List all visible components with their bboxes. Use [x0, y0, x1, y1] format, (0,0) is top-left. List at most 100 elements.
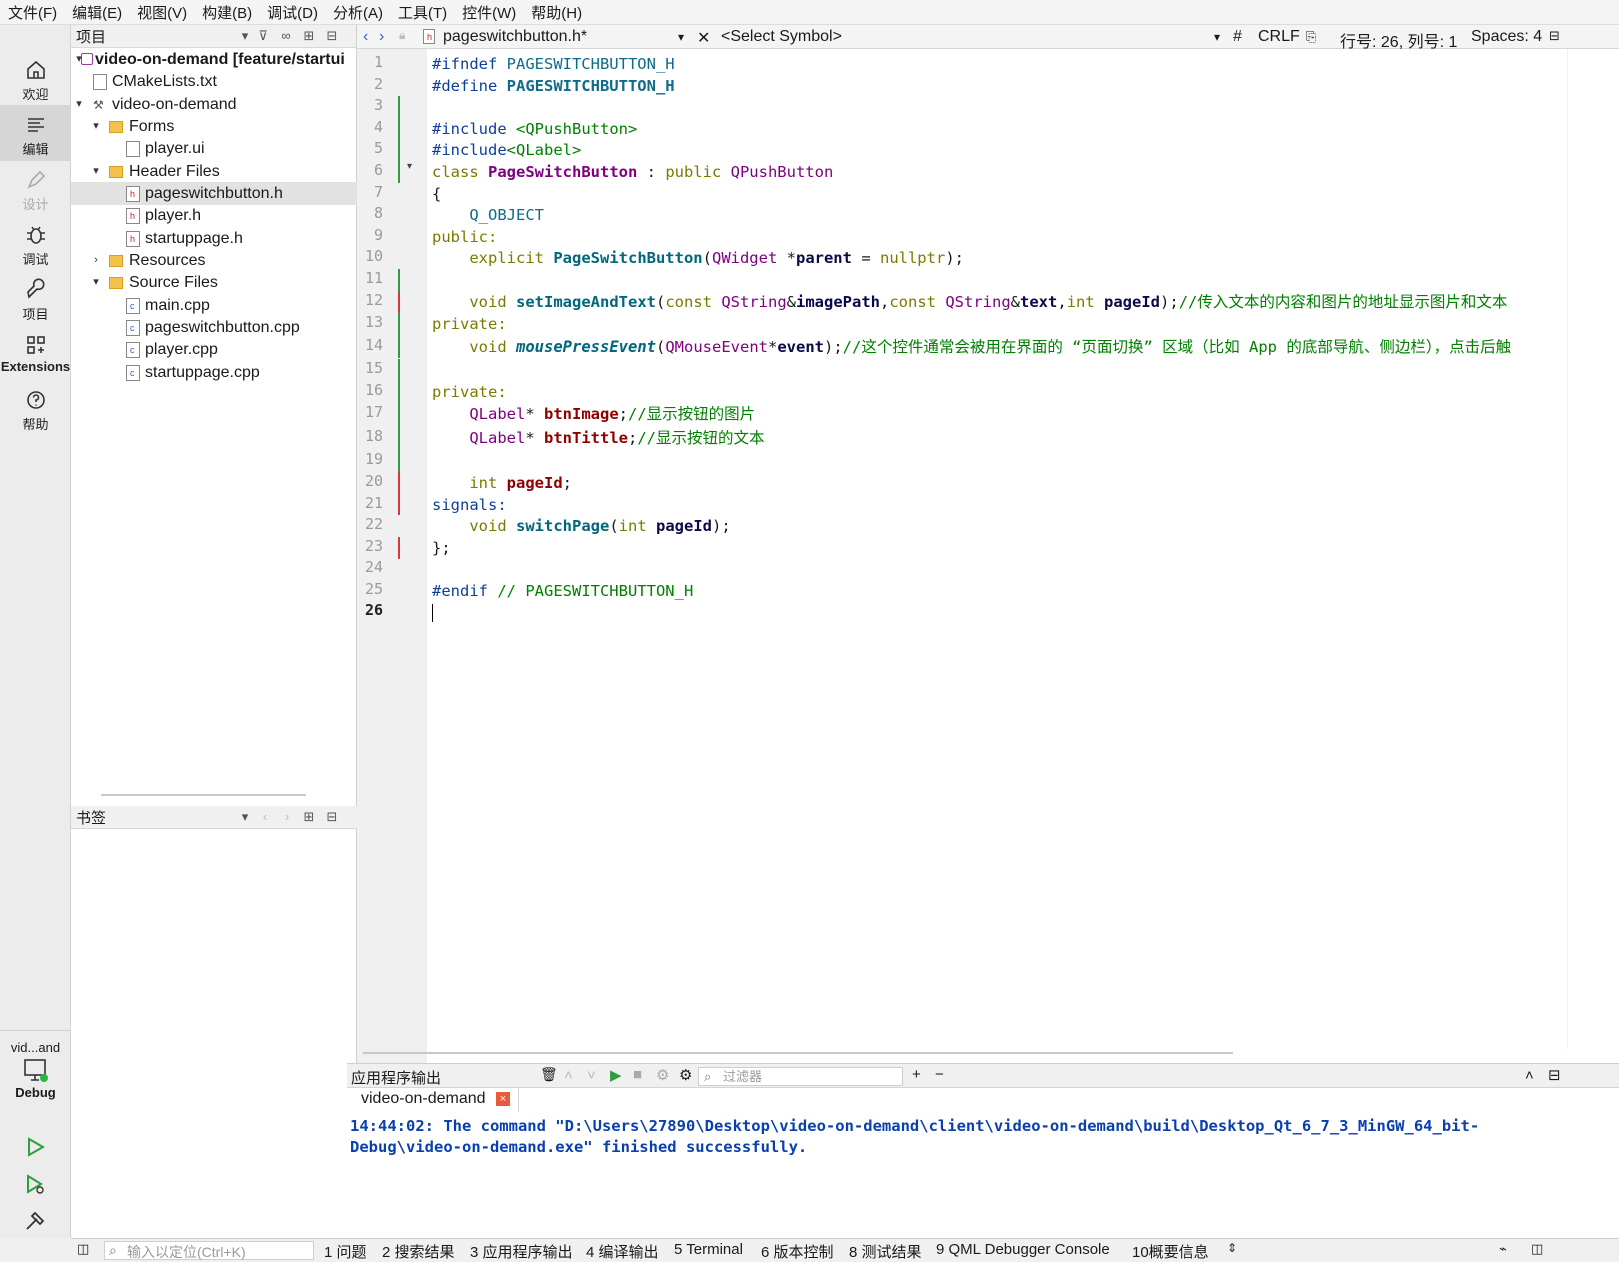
dropdown-arrow-icon[interactable]: ▾: [678, 30, 684, 44]
status-tab-qml[interactable]: 9 QML Debugger Console: [936, 1241, 1110, 1258]
dropdown-arrow-icon[interactable]: ▾: [237, 28, 253, 44]
mode-edit[interactable]: 编辑: [0, 105, 71, 161]
editor-horizontal-scrollbar[interactable]: [363, 1052, 1233, 1054]
tree-item[interactable]: startuppage.h: [71, 227, 357, 250]
menu-file[interactable]: 文件(F): [8, 2, 57, 23]
minus-icon[interactable]: −: [935, 1066, 944, 1083]
rerun-icon[interactable]: ▶: [610, 1066, 622, 1084]
tree-item[interactable]: pageswitchbutton.cpp: [71, 316, 357, 339]
tree-item[interactable]: ▾ ⚒ video-on-demand: [71, 93, 357, 116]
split-editor-icon[interactable]: ⊟: [1549, 28, 1560, 44]
split-icon[interactable]: ⊞: [301, 28, 317, 44]
add-icon[interactable]: +: [912, 1066, 921, 1083]
status-tab-tests[interactable]: 8 测试结果: [849, 1241, 922, 1262]
line-number: 6: [373, 161, 383, 179]
close-pane-icon[interactable]: ⊟: [324, 28, 340, 44]
kit-selector[interactable]: Debug: [0, 1058, 71, 1113]
close-pane-icon[interactable]: ⊟: [1548, 1066, 1561, 1084]
toggle-sidebar-icon[interactable]: ◫: [77, 1241, 89, 1257]
fold-arrow-icon[interactable]: ▾: [407, 161, 412, 172]
mode-label: 帮助: [22, 417, 49, 432]
project-pane-title[interactable]: 项目: [76, 26, 106, 47]
status-tab-summary[interactable]: 10概要信息: [1132, 1241, 1209, 1262]
tree-item[interactable]: pageswitchbutton.h: [71, 182, 357, 205]
prev-icon[interactable]: ‹: [257, 809, 273, 825]
tree-item[interactable]: ▾ Header Files: [71, 160, 357, 183]
attach-icon[interactable]: ⚙︎: [656, 1066, 669, 1084]
progress-icon[interactable]: ⌁: [1499, 1241, 1507, 1257]
horizontal-scrollbar[interactable]: [101, 794, 306, 796]
forward-icon[interactable]: ›: [379, 28, 384, 46]
next-icon[interactable]: ›: [279, 809, 295, 825]
back-icon[interactable]: ‹: [363, 28, 368, 46]
menu-edit[interactable]: 编辑(E): [72, 2, 122, 23]
tree-item[interactable]: player.h: [71, 204, 357, 227]
mode-design[interactable]: 设计: [0, 160, 71, 216]
link-icon[interactable]: ∞: [278, 28, 294, 44]
up-icon[interactable]: ˄: [564, 1067, 573, 1084]
status-tab-app-output[interactable]: 3 应用程序输出: [470, 1241, 573, 1262]
tree-item[interactable]: startuppage.cpp: [71, 361, 357, 384]
close-tab-icon[interactable]: ×: [495, 1091, 510, 1106]
open-file-selector[interactable]: pageswitchbutton.h*: [443, 28, 587, 46]
output-title: 应用程序输出: [351, 1070, 442, 1087]
mode-welcome[interactable]: 欢迎: [0, 50, 71, 106]
tree-item[interactable]: CMakeLists.txt: [71, 70, 357, 93]
status-tab-vcs[interactable]: 6 版本控制: [761, 1241, 834, 1262]
tree-item[interactable]: › Resources: [71, 249, 357, 272]
menu-analyze[interactable]: 分析(A): [333, 2, 383, 23]
tree-item[interactable]: ▾ video-on-demand [feature/startui: [71, 48, 357, 71]
hash-indicator[interactable]: #: [1233, 28, 1242, 46]
menu-debug[interactable]: 调试(D): [267, 2, 318, 23]
toggle-output-icon[interactable]: ◫: [1531, 1241, 1543, 1257]
dropdown-arrow-icon[interactable]: ▾: [237, 809, 253, 825]
line-number: 2: [373, 75, 383, 93]
code-line: void switchPage(int pageId);: [432, 517, 731, 535]
locator-input[interactable]: ⌕ 输入以定位(Ctrl+K): [104, 1241, 314, 1260]
vertical-scrollbar[interactable]: [1567, 49, 1568, 1049]
maximize-icon[interactable]: ˄: [1525, 1067, 1534, 1084]
status-tab-compile[interactable]: 4 编译输出: [586, 1241, 659, 1262]
encoding-icon[interactable]: ⎘: [1306, 29, 1316, 45]
tree-item[interactable]: ▾ Source Files: [71, 271, 357, 294]
close-pane-icon[interactable]: ⊟: [324, 809, 340, 825]
tree-item[interactable]: main.cpp: [71, 294, 357, 317]
status-tab-search[interactable]: 2 搜索结果: [382, 1241, 455, 1262]
bookmarks-title[interactable]: 书签: [76, 807, 106, 828]
menu-build[interactable]: 构建(B): [202, 2, 252, 23]
indent-spaces[interactable]: Spaces: 4: [1471, 28, 1542, 46]
filter-icon[interactable]: ⊽: [255, 28, 271, 44]
settings-icon[interactable]: ⚙︎: [679, 1066, 692, 1084]
run-icon[interactable]: [23, 1135, 47, 1159]
text-cursor: [432, 604, 433, 622]
menu-view[interactable]: 视图(V): [137, 2, 187, 23]
output-log: 14:44:02: The command "D:\Users\27890\De…: [350, 1116, 1479, 1158]
more-tabs-icon[interactable]: ⇕: [1227, 1241, 1237, 1255]
tree-item[interactable]: ▾ Forms: [71, 115, 357, 138]
mode-help[interactable]: 帮助: [0, 380, 71, 436]
line-number: 19: [364, 450, 383, 468]
status-tab-issues[interactable]: 1 问题: [324, 1241, 367, 1262]
build-hammer-icon[interactable]: [23, 1209, 47, 1233]
code-text-area[interactable]: #ifndef PAGESWITCHBUTTON_H #define PAGES…: [428, 49, 1619, 1095]
clear-icon[interactable]: 🗑︎: [540, 1066, 558, 1083]
status-tab-terminal[interactable]: 5 Terminal: [674, 1241, 743, 1258]
tree-item[interactable]: player.ui: [71, 137, 357, 160]
menu-controls[interactable]: 控件(W): [462, 2, 516, 23]
menu-tools[interactable]: 工具(T): [398, 2, 447, 23]
close-file-icon[interactable]: ✕: [697, 28, 710, 48]
stop-icon[interactable]: ■: [633, 1066, 642, 1083]
filter-input[interactable]: ⌕ 过滤器: [698, 1067, 903, 1086]
debug-run-icon[interactable]: [23, 1172, 47, 1196]
dropdown-arrow-icon[interactable]: ▾: [1214, 30, 1220, 44]
split-icon[interactable]: ⊞: [301, 809, 317, 825]
mode-projects[interactable]: 项目: [0, 270, 71, 326]
tree-item[interactable]: player.cpp: [71, 338, 357, 361]
down-icon[interactable]: ˅: [587, 1067, 596, 1084]
symbol-selector[interactable]: <Select Symbol>: [721, 28, 842, 46]
output-tab[interactable]: video-on-demand ×: [353, 1088, 519, 1112]
mode-extensions[interactable]: Extensions: [0, 325, 71, 381]
mode-debug[interactable]: 调试: [0, 215, 71, 271]
menu-help[interactable]: 帮助(H): [531, 2, 582, 23]
line-ending-selector[interactable]: CRLF: [1258, 28, 1300, 46]
